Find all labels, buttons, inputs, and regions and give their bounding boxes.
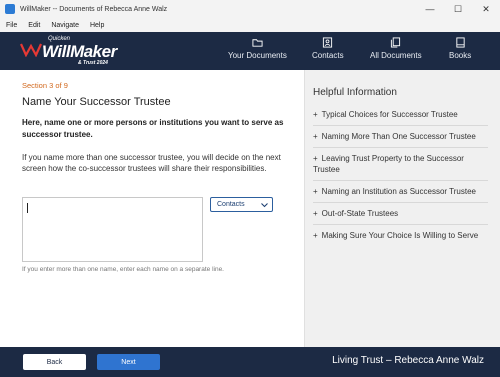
plus-icon: + bbox=[313, 187, 318, 196]
plus-icon: + bbox=[313, 154, 318, 163]
plus-icon: + bbox=[313, 209, 318, 218]
window-title: WillMaker -- Documents of Rebecca Anne W… bbox=[20, 5, 168, 13]
window-titlebar: WillMaker -- Documents of Rebecca Anne W… bbox=[0, 0, 500, 18]
helpful-information-title: Helpful Information bbox=[313, 87, 397, 98]
plus-icon: + bbox=[313, 231, 318, 240]
app-icon bbox=[5, 4, 15, 14]
close-button[interactable]: ✕ bbox=[472, 0, 500, 18]
minimize-button[interactable]: — bbox=[416, 0, 444, 18]
nav-your-documents[interactable]: Your Documents bbox=[228, 37, 287, 60]
help-item-willing-to-serve[interactable]: + Making Sure Your Choice Is Willing to S… bbox=[313, 225, 488, 246]
folder-icon bbox=[252, 39, 263, 47]
contacts-dropdown[interactable]: Contacts bbox=[210, 197, 273, 212]
nav-books-label: Books bbox=[449, 51, 472, 60]
successor-trustee-names-input[interactable] bbox=[22, 197, 203, 262]
contacts-dropdown-label: Contacts bbox=[217, 201, 245, 208]
main-content: Section 3 of 9 Name Your Successor Trust… bbox=[0, 70, 305, 347]
maximize-button[interactable]: ☐ bbox=[444, 0, 472, 18]
menu-navigate[interactable]: Navigate bbox=[51, 22, 79, 29]
nav-all-documents-label: All Documents bbox=[370, 51, 422, 60]
document-title: Living Trust – Rebecca Anne Walz bbox=[332, 355, 484, 366]
instruction-text: Here, name one or more persons or instit… bbox=[22, 118, 284, 139]
help-item-typical-choices[interactable]: + Typical Choices for Successor Trustee bbox=[313, 104, 488, 126]
plus-icon: + bbox=[313, 132, 318, 141]
help-item-leaving-property[interactable]: + Leaving Trust Property to the Successor… bbox=[313, 148, 488, 181]
back-button[interactable]: Back bbox=[23, 354, 86, 370]
next-button[interactable]: Next bbox=[97, 354, 160, 370]
help-item-out-of-state[interactable]: + Out-of-State Trustees bbox=[313, 203, 488, 225]
chevron-down-icon bbox=[261, 203, 268, 208]
nav-your-documents-label: Your Documents bbox=[228, 51, 287, 60]
book-icon bbox=[455, 37, 465, 48]
explanation-text: If you name more than one successor trus… bbox=[22, 153, 281, 173]
multiple-names-hint: If you enter more than one name, enter e… bbox=[22, 266, 224, 273]
menu-bar: File Edit Navigate Help bbox=[0, 18, 500, 32]
helpful-information-panel: Helpful Information + Typical Choices for… bbox=[305, 70, 500, 347]
menu-file[interactable]: File bbox=[6, 22, 17, 29]
page-title: Name Your Successor Trustee bbox=[22, 96, 171, 108]
nav-all-documents[interactable]: All Documents bbox=[370, 37, 422, 60]
help-item-institution[interactable]: + Naming an Institution as Successor Trus… bbox=[313, 181, 488, 203]
logo-mark-icon bbox=[20, 43, 42, 57]
logo-name: WillMaker bbox=[42, 42, 117, 61]
nav-contacts[interactable]: Contacts bbox=[312, 37, 344, 60]
text-caret bbox=[27, 203, 28, 213]
section-progress: Section 3 of 9 bbox=[22, 81, 68, 90]
plus-icon: + bbox=[313, 110, 318, 119]
logo-subtitle: & Trust 2024 bbox=[78, 60, 108, 66]
documents-icon bbox=[391, 37, 401, 48]
app-header: Quicken WillMaker & Trust 2024 Your Docu… bbox=[0, 32, 500, 70]
menu-help[interactable]: Help bbox=[90, 22, 104, 29]
contact-card-icon bbox=[323, 37, 333, 48]
willmaker-logo: Quicken WillMaker & Trust 2024 bbox=[20, 36, 130, 66]
help-item-multiple-trustees[interactable]: + Naming More Than One Successor Trustee bbox=[313, 126, 488, 148]
menu-edit[interactable]: Edit bbox=[28, 22, 40, 29]
footer-bar: Back Next Living Trust – Rebecca Anne Wa… bbox=[0, 347, 500, 377]
helpful-information-list: + Typical Choices for Successor Trustee +… bbox=[313, 104, 488, 246]
nav-contacts-label: Contacts bbox=[312, 51, 344, 60]
nav-books[interactable]: Books bbox=[449, 37, 471, 60]
